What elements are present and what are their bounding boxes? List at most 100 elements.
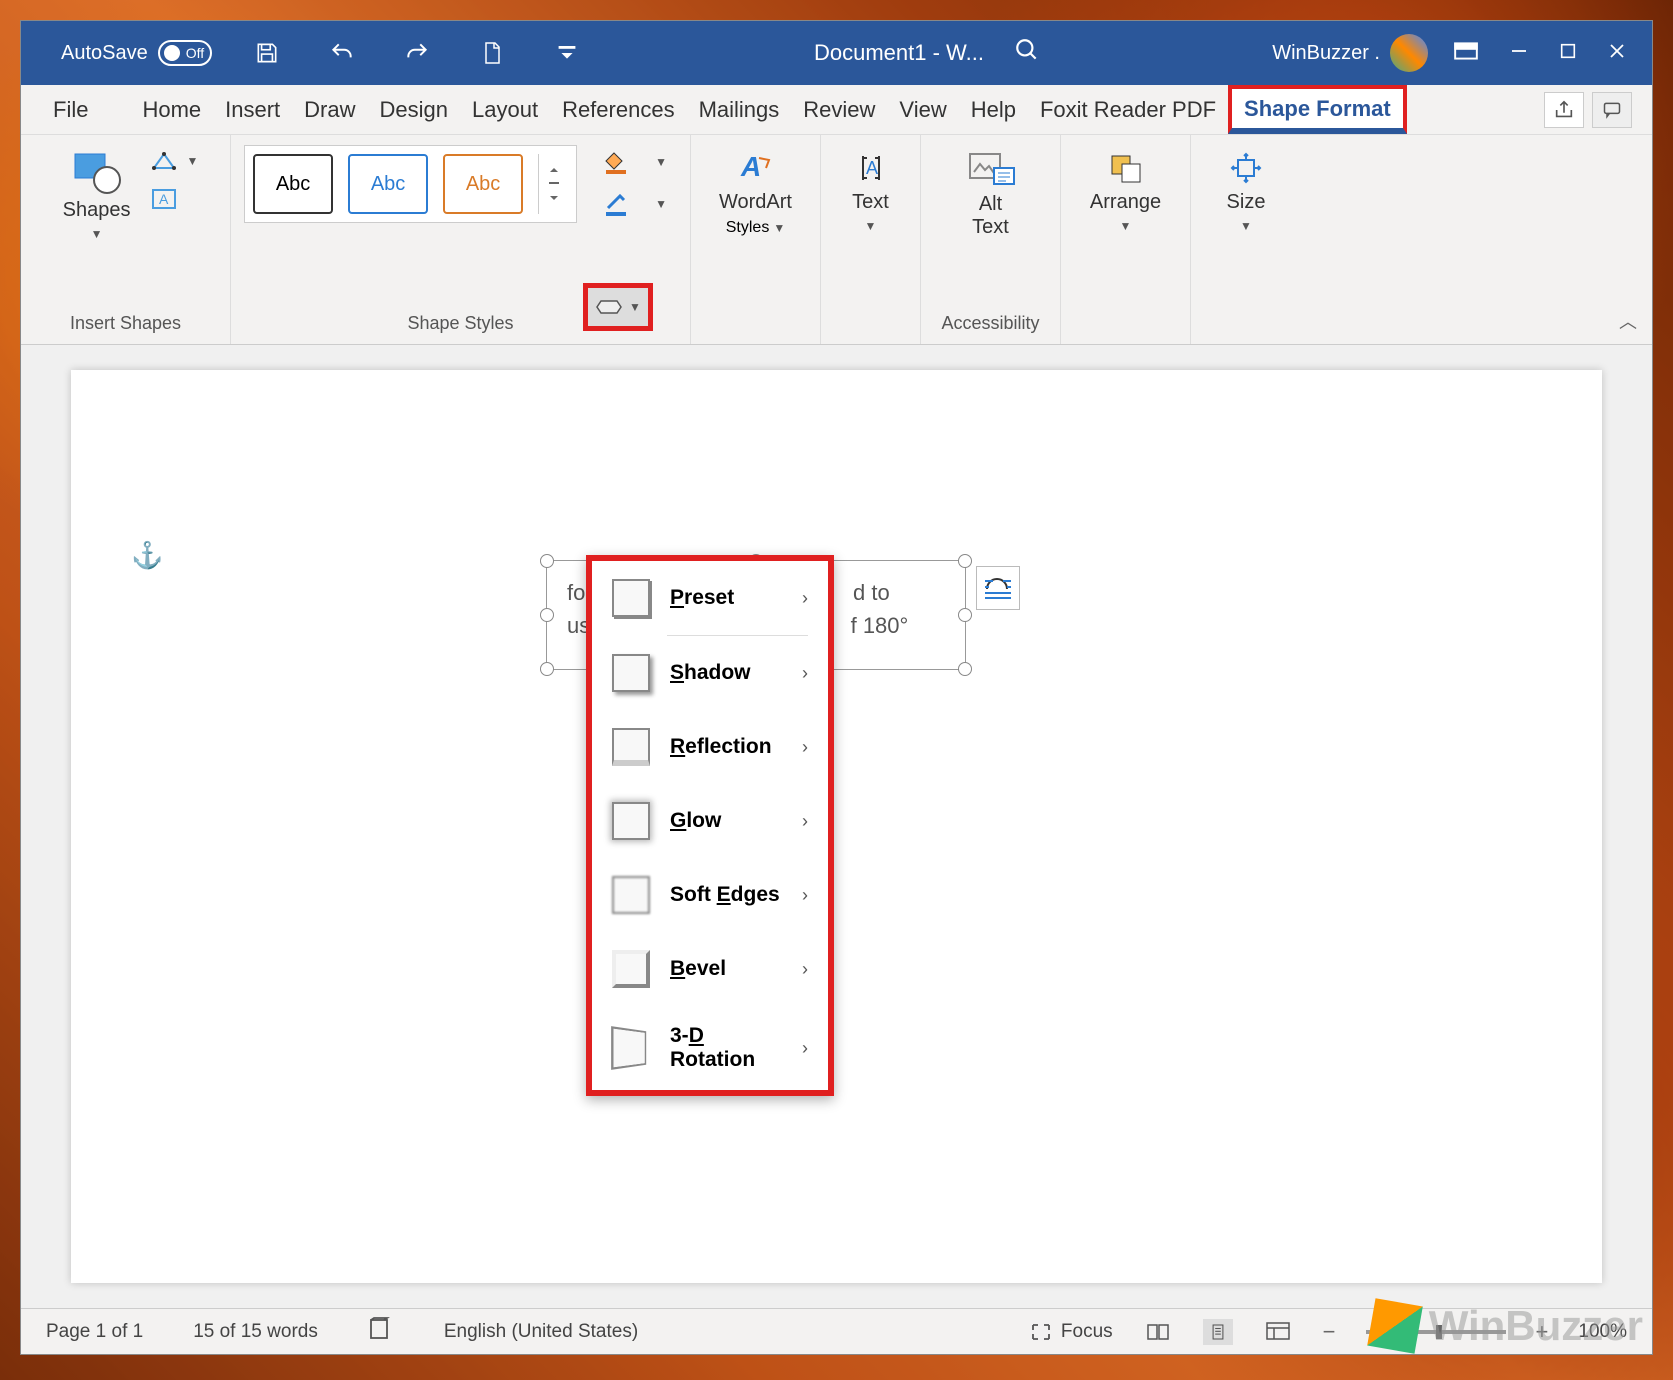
anchor-icon: ⚓: [131, 540, 163, 571]
tab-home[interactable]: Home: [130, 85, 213, 134]
group-insert-shapes: Shapes ▼ ▼ A Insert Shapes: [21, 135, 231, 344]
close-icon[interactable]: [1607, 41, 1627, 66]
svg-text:A: A: [159, 191, 169, 207]
word-window: AutoSave Off Document1 - W... WinBuzzer …: [20, 20, 1653, 1355]
alt-text-label: Alt Text: [972, 193, 1009, 239]
shape-outline-button[interactable]: ▼: [602, 192, 667, 216]
svg-text:A: A: [866, 158, 878, 178]
save-icon[interactable]: [252, 38, 282, 68]
style-swatch-3[interactable]: Abc: [443, 154, 523, 214]
zoom-out-button[interactable]: −: [1323, 1319, 1336, 1345]
wordart-styles-button[interactable]: A WordArt Styles▼: [709, 145, 802, 242]
effect-glow[interactable]: Glow ›: [592, 784, 828, 858]
group-accessibility: Alt Text Accessibility: [921, 135, 1061, 344]
group-arrange: Arrange ▼: [1061, 135, 1191, 344]
language-indicator[interactable]: English (United States): [444, 1321, 638, 1343]
comments-button[interactable]: [1592, 92, 1632, 128]
shape-fill-button[interactable]: ▼: [602, 150, 667, 174]
toggle-switch[interactable]: Off: [158, 40, 212, 66]
chevron-right-icon: ›: [802, 959, 808, 980]
style-swatch-1[interactable]: Abc: [253, 154, 333, 214]
web-layout-button[interactable]: [1263, 1319, 1293, 1345]
resize-handle[interactable]: [958, 608, 972, 622]
collapse-ribbon-button[interactable]: ︿: [1619, 308, 1637, 334]
text-button[interactable]: A Text ▼: [842, 145, 899, 238]
tab-insert[interactable]: Insert: [213, 85, 292, 134]
glow-label: Glow: [670, 809, 782, 833]
redo-icon[interactable]: [402, 38, 432, 68]
bevel-label: Bevel: [670, 957, 782, 981]
effect-reflection[interactable]: Reflection ›: [592, 710, 828, 784]
tab-review[interactable]: Review: [791, 85, 887, 134]
focus-mode-button[interactable]: Focus: [1029, 1321, 1113, 1343]
page-indicator[interactable]: Page 1 of 1: [46, 1321, 143, 1343]
resize-handle[interactable]: [540, 554, 554, 568]
quick-access-toolbar: [252, 38, 582, 68]
chevron-right-icon: ›: [802, 737, 808, 758]
autosave-toggle[interactable]: AutoSave Off: [61, 40, 212, 66]
group-wordart: A WordArt Styles▼: [691, 135, 821, 344]
resize-handle[interactable]: [540, 662, 554, 676]
tab-foxit[interactable]: Foxit Reader PDF: [1028, 85, 1228, 134]
soft-edges-icon: [612, 876, 650, 914]
arrange-label: Arrange: [1090, 191, 1161, 214]
tab-draw[interactable]: Draw: [292, 85, 367, 134]
shape-effects-dropdown: PPresetreset › Shadow › Reflection › Glo…: [586, 555, 834, 1096]
document-area[interactable]: ⚓ for uxxxxxxxxxxxxxxxxxxxxxxd to use xx…: [21, 345, 1652, 1308]
effect-soft-edges[interactable]: Soft Edges ›: [592, 858, 828, 932]
tab-design[interactable]: Design: [368, 85, 460, 134]
tab-references[interactable]: References: [550, 85, 687, 134]
watermark-logo: [1367, 1298, 1423, 1354]
shape-effects-button[interactable]: ▼: [583, 283, 653, 331]
undo-icon[interactable]: [327, 38, 357, 68]
rotation-label: 3-D Rotation: [670, 1024, 782, 1072]
tab-view[interactable]: View: [887, 85, 958, 134]
reflection-label: Reflection: [670, 735, 782, 759]
insert-shapes-group-label: Insert Shapes: [70, 313, 181, 339]
read-mode-button[interactable]: [1143, 1319, 1173, 1345]
alt-text-button[interactable]: Alt Text: [956, 145, 1026, 244]
group-text: A Text ▼: [821, 135, 921, 344]
ribbon-display-icon[interactable]: [1453, 41, 1479, 66]
minimize-icon[interactable]: [1509, 41, 1529, 66]
resize-handle[interactable]: [958, 662, 972, 676]
tab-mailings[interactable]: Mailings: [687, 85, 792, 134]
watermark: WinBuzzer: [1371, 1302, 1643, 1350]
title-center: Document1 - W...: [582, 37, 1272, 69]
chevron-right-icon: ›: [802, 588, 808, 609]
user-avatar[interactable]: [1390, 34, 1428, 72]
tab-file[interactable]: File: [41, 85, 100, 134]
arrange-button[interactable]: Arrange ▼: [1080, 145, 1171, 238]
style-swatch-2[interactable]: Abc: [348, 154, 428, 214]
shapes-label: Shapes: [63, 199, 131, 222]
effect-bevel[interactable]: Bevel ›: [592, 932, 828, 1006]
autosave-label: AutoSave: [61, 42, 148, 65]
tab-help[interactable]: Help: [959, 85, 1028, 134]
effect-shadow[interactable]: Shadow ›: [592, 636, 828, 710]
edit-shape-button[interactable]: ▼: [150, 150, 198, 172]
spellcheck-icon[interactable]: [368, 1317, 394, 1347]
search-icon[interactable]: [1014, 37, 1040, 69]
page[interactable]: ⚓ for uxxxxxxxxxxxxxxxxxxxxxxd to use xx…: [71, 370, 1602, 1283]
maximize-icon[interactable]: [1559, 42, 1577, 65]
text-box-button[interactable]: A: [150, 187, 198, 211]
document-title: Document1 - W...: [814, 40, 984, 66]
tab-layout[interactable]: Layout: [460, 85, 550, 134]
resize-handle[interactable]: [958, 554, 972, 568]
word-count[interactable]: 15 of 15 words: [193, 1321, 318, 1343]
tab-shape-format[interactable]: Shape Format: [1228, 85, 1407, 134]
print-layout-button[interactable]: [1203, 1319, 1233, 1345]
shapes-button[interactable]: Shapes ▼: [53, 145, 141, 246]
effect-3d-rotation[interactable]: 3-D Rotation ›: [592, 1006, 828, 1090]
layout-options-button[interactable]: [976, 566, 1020, 610]
toggle-state: Off: [186, 45, 204, 61]
effect-preset[interactable]: PPresetreset ›: [592, 561, 828, 635]
gallery-more-button[interactable]: [538, 154, 568, 214]
share-button[interactable]: [1544, 92, 1584, 128]
qat-customize-icon[interactable]: [552, 38, 582, 68]
size-button[interactable]: Size ▼: [1217, 145, 1276, 238]
accessibility-group-label: Accessibility: [941, 313, 1039, 339]
shape-style-gallery[interactable]: Abc Abc Abc: [244, 145, 577, 223]
resize-handle[interactable]: [540, 608, 554, 622]
new-doc-icon[interactable]: [477, 38, 507, 68]
